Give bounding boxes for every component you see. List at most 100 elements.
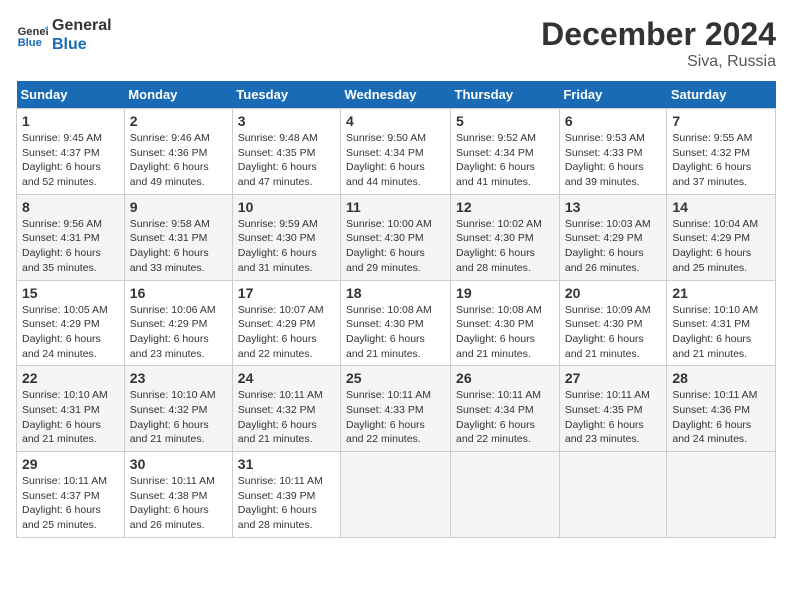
day-detail: Sunrise: 10:11 AM Sunset: 4:37 PM Daylig… xyxy=(22,474,119,533)
day-number: 16 xyxy=(130,285,227,301)
calendar-cell: 4 Sunrise: 9:50 AM Sunset: 4:34 PM Dayli… xyxy=(341,109,451,195)
day-number: 3 xyxy=(238,113,335,129)
day-detail: Sunrise: 9:45 AM Sunset: 4:37 PM Dayligh… xyxy=(22,131,119,190)
weekday-header-tuesday: Tuesday xyxy=(232,81,340,109)
weekday-header-monday: Monday xyxy=(124,81,232,109)
calendar-week-row: 22 Sunrise: 10:10 AM Sunset: 4:31 PM Day… xyxy=(17,366,776,452)
day-detail: Sunrise: 9:52 AM Sunset: 4:34 PM Dayligh… xyxy=(456,131,554,190)
day-number: 14 xyxy=(672,199,770,215)
day-number: 15 xyxy=(22,285,119,301)
day-detail: Sunrise: 9:58 AM Sunset: 4:31 PM Dayligh… xyxy=(130,217,227,276)
day-detail: Sunrise: 10:09 AM Sunset: 4:30 PM Daylig… xyxy=(565,303,662,362)
title-area: December 2024 Siva, Russia xyxy=(541,16,776,71)
day-detail: Sunrise: 10:07 AM Sunset: 4:29 PM Daylig… xyxy=(238,303,335,362)
logo: General Blue General Blue xyxy=(16,16,112,54)
calendar-cell: 29 Sunrise: 10:11 AM Sunset: 4:37 PM Day… xyxy=(17,452,125,538)
day-number: 29 xyxy=(22,456,119,472)
calendar-week-row: 29 Sunrise: 10:11 AM Sunset: 4:37 PM Day… xyxy=(17,452,776,538)
day-detail: Sunrise: 10:11 AM Sunset: 4:35 PM Daylig… xyxy=(565,388,662,447)
day-number: 7 xyxy=(672,113,770,129)
calendar-cell: 10 Sunrise: 9:59 AM Sunset: 4:30 PM Dayl… xyxy=(232,194,340,280)
calendar-cell xyxy=(451,452,560,538)
day-detail: Sunrise: 10:11 AM Sunset: 4:38 PM Daylig… xyxy=(130,474,227,533)
svg-text:General: General xyxy=(18,26,48,38)
calendar-table: SundayMondayTuesdayWednesdayThursdayFrid… xyxy=(16,81,776,538)
day-number: 31 xyxy=(238,456,335,472)
calendar-cell xyxy=(559,452,667,538)
day-detail: Sunrise: 10:11 AM Sunset: 4:36 PM Daylig… xyxy=(672,388,770,447)
weekday-header-saturday: Saturday xyxy=(667,81,776,109)
calendar-cell: 27 Sunrise: 10:11 AM Sunset: 4:35 PM Day… xyxy=(559,366,667,452)
calendar-cell: 26 Sunrise: 10:11 AM Sunset: 4:34 PM Day… xyxy=(451,366,560,452)
day-number: 13 xyxy=(565,199,662,215)
calendar-cell: 16 Sunrise: 10:06 AM Sunset: 4:29 PM Day… xyxy=(124,280,232,366)
weekday-header-sunday: Sunday xyxy=(17,81,125,109)
day-detail: Sunrise: 10:10 AM Sunset: 4:31 PM Daylig… xyxy=(22,388,119,447)
day-number: 5 xyxy=(456,113,554,129)
day-detail: Sunrise: 10:11 AM Sunset: 4:34 PM Daylig… xyxy=(456,388,554,447)
day-detail: Sunrise: 10:10 AM Sunset: 4:31 PM Daylig… xyxy=(672,303,770,362)
calendar-cell: 9 Sunrise: 9:58 AM Sunset: 4:31 PM Dayli… xyxy=(124,194,232,280)
day-number: 11 xyxy=(346,199,445,215)
day-detail: Sunrise: 10:11 AM Sunset: 4:39 PM Daylig… xyxy=(238,474,335,533)
calendar-cell: 11 Sunrise: 10:00 AM Sunset: 4:30 PM Day… xyxy=(341,194,451,280)
calendar-week-row: 15 Sunrise: 10:05 AM Sunset: 4:29 PM Day… xyxy=(17,280,776,366)
calendar-cell: 15 Sunrise: 10:05 AM Sunset: 4:29 PM Day… xyxy=(17,280,125,366)
calendar-header-row: SundayMondayTuesdayWednesdayThursdayFrid… xyxy=(17,81,776,109)
day-detail: Sunrise: 9:59 AM Sunset: 4:30 PM Dayligh… xyxy=(238,217,335,276)
day-number: 24 xyxy=(238,370,335,386)
calendar-body: 1 Sunrise: 9:45 AM Sunset: 4:37 PM Dayli… xyxy=(17,109,776,538)
calendar-week-row: 1 Sunrise: 9:45 AM Sunset: 4:37 PM Dayli… xyxy=(17,109,776,195)
day-detail: Sunrise: 10:04 AM Sunset: 4:29 PM Daylig… xyxy=(672,217,770,276)
day-detail: Sunrise: 10:10 AM Sunset: 4:32 PM Daylig… xyxy=(130,388,227,447)
day-number: 17 xyxy=(238,285,335,301)
calendar-cell: 6 Sunrise: 9:53 AM Sunset: 4:33 PM Dayli… xyxy=(559,109,667,195)
calendar-cell: 23 Sunrise: 10:10 AM Sunset: 4:32 PM Day… xyxy=(124,366,232,452)
calendar-cell: 3 Sunrise: 9:48 AM Sunset: 4:35 PM Dayli… xyxy=(232,109,340,195)
calendar-cell: 24 Sunrise: 10:11 AM Sunset: 4:32 PM Day… xyxy=(232,366,340,452)
day-detail: Sunrise: 10:02 AM Sunset: 4:30 PM Daylig… xyxy=(456,217,554,276)
day-detail: Sunrise: 9:50 AM Sunset: 4:34 PM Dayligh… xyxy=(346,131,445,190)
calendar-cell: 8 Sunrise: 9:56 AM Sunset: 4:31 PM Dayli… xyxy=(17,194,125,280)
svg-text:Blue: Blue xyxy=(18,37,42,49)
day-detail: Sunrise: 10:05 AM Sunset: 4:29 PM Daylig… xyxy=(22,303,119,362)
day-number: 26 xyxy=(456,370,554,386)
weekday-header-friday: Friday xyxy=(559,81,667,109)
weekday-header-thursday: Thursday xyxy=(451,81,560,109)
weekday-header-wednesday: Wednesday xyxy=(341,81,451,109)
logo-icon: General Blue xyxy=(16,19,48,51)
calendar-cell: 19 Sunrise: 10:08 AM Sunset: 4:30 PM Day… xyxy=(451,280,560,366)
calendar-cell: 1 Sunrise: 9:45 AM Sunset: 4:37 PM Dayli… xyxy=(17,109,125,195)
day-detail: Sunrise: 9:48 AM Sunset: 4:35 PM Dayligh… xyxy=(238,131,335,190)
day-number: 25 xyxy=(346,370,445,386)
day-number: 28 xyxy=(672,370,770,386)
location-subtitle: Siva, Russia xyxy=(541,53,776,71)
day-detail: Sunrise: 9:46 AM Sunset: 4:36 PM Dayligh… xyxy=(130,131,227,190)
day-number: 8 xyxy=(22,199,119,215)
day-number: 22 xyxy=(22,370,119,386)
logo-line2: Blue xyxy=(52,35,112,54)
day-number: 19 xyxy=(456,285,554,301)
day-detail: Sunrise: 9:55 AM Sunset: 4:32 PM Dayligh… xyxy=(672,131,770,190)
day-detail: Sunrise: 10:00 AM Sunset: 4:30 PM Daylig… xyxy=(346,217,445,276)
day-detail: Sunrise: 10:08 AM Sunset: 4:30 PM Daylig… xyxy=(346,303,445,362)
logo-line1: General xyxy=(52,16,112,35)
day-number: 21 xyxy=(672,285,770,301)
calendar-cell xyxy=(667,452,776,538)
day-number: 20 xyxy=(565,285,662,301)
day-number: 2 xyxy=(130,113,227,129)
calendar-cell: 2 Sunrise: 9:46 AM Sunset: 4:36 PM Dayli… xyxy=(124,109,232,195)
page-header: General Blue General Blue December 2024 … xyxy=(16,16,776,71)
calendar-cell: 25 Sunrise: 10:11 AM Sunset: 4:33 PM Day… xyxy=(341,366,451,452)
day-detail: Sunrise: 10:11 AM Sunset: 4:33 PM Daylig… xyxy=(346,388,445,447)
calendar-cell: 21 Sunrise: 10:10 AM Sunset: 4:31 PM Day… xyxy=(667,280,776,366)
day-detail: Sunrise: 10:08 AM Sunset: 4:30 PM Daylig… xyxy=(456,303,554,362)
day-detail: Sunrise: 10:11 AM Sunset: 4:32 PM Daylig… xyxy=(238,388,335,447)
day-number: 12 xyxy=(456,199,554,215)
calendar-cell xyxy=(341,452,451,538)
day-detail: Sunrise: 9:53 AM Sunset: 4:33 PM Dayligh… xyxy=(565,131,662,190)
day-number: 30 xyxy=(130,456,227,472)
calendar-cell: 28 Sunrise: 10:11 AM Sunset: 4:36 PM Day… xyxy=(667,366,776,452)
calendar-cell: 5 Sunrise: 9:52 AM Sunset: 4:34 PM Dayli… xyxy=(451,109,560,195)
day-number: 9 xyxy=(130,199,227,215)
